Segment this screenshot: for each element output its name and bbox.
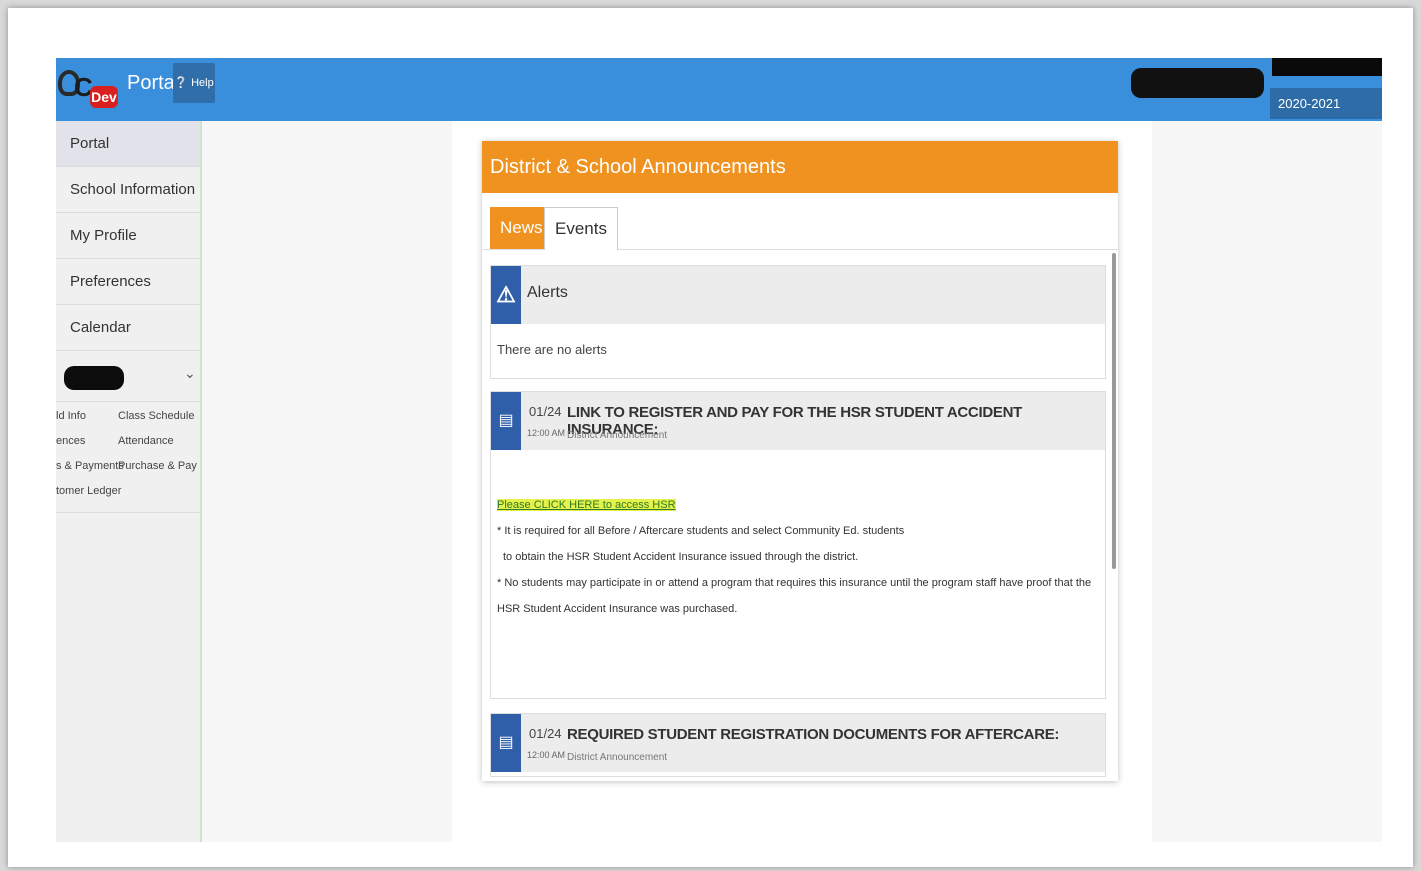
newspaper-icon: ▤ (491, 714, 521, 772)
info-icon: ❔ (174, 77, 188, 89)
announcement-date: 01/24 (529, 404, 562, 419)
quick-link-class-schedule[interactable]: Class Schedule (118, 410, 194, 422)
alerts-header: ⚠ Alerts (491, 266, 1105, 324)
announcement-source: District Announcement (567, 430, 668, 441)
announcement-header: ▤ 01/24 12:00 AM LINK TO REGISTER AND PA… (491, 392, 1105, 450)
quick-link-attendance[interactable]: Attendance (118, 435, 174, 447)
sidebar-item-calendar[interactable]: Calendar (56, 305, 200, 351)
right-column (1152, 121, 1382, 842)
newspaper-icon: ▤ (491, 392, 521, 450)
quick-link-fees-payments[interactable]: s & Payments (56, 460, 124, 472)
app-logo[interactable]: C Dev (56, 64, 118, 110)
alerts-title: Alerts (527, 284, 568, 301)
sidebar-item-school-information[interactable]: School Information (56, 167, 200, 213)
student-selector[interactable]: ⌄ (56, 351, 200, 402)
quick-link-info[interactable]: ld Info (56, 410, 86, 422)
announcements-title: District & School Announcements (482, 141, 1118, 193)
redacted-student-name (64, 366, 124, 390)
school-year-select[interactable]: 2020-2021 (1270, 88, 1382, 119)
tab-events[interactable]: Events (544, 207, 618, 250)
announcement-body: Please CLICK HERE to access HSR * It is … (491, 450, 1105, 642)
announcements-panel: District & School Announcements News Eve… (482, 141, 1118, 781)
announcement-item: ▤ 01/24 12:00 AM LINK TO REGISTER AND PA… (490, 391, 1106, 699)
app-window: C Dev Portal ❔ Help 2020-2021 Portal Sch… (56, 58, 1382, 842)
alerts-card: ⚠ Alerts There are no alerts (490, 265, 1106, 379)
hsr-access-link[interactable]: Please CLICK HERE to access HSR (497, 499, 676, 511)
alerts-message: There are no alerts (497, 342, 607, 357)
student-quick-links: ld Info Class Schedule ences Attendance … (56, 402, 200, 513)
quick-link-purchase-pay[interactable]: Purchase & Pay (118, 460, 197, 472)
help-button[interactable]: ❔ Help (173, 63, 215, 103)
announcement-source: District Announcement (567, 752, 668, 763)
quick-link-preferences[interactable]: ences (56, 435, 85, 447)
announcement-item: ▤ 01/24 12:00 AM REQUIRED STUDENT REGIST… (490, 713, 1106, 777)
announcement-line: * It is required for all Before / Afterc… (497, 525, 905, 537)
screenshot-frame: C Dev Portal ❔ Help 2020-2021 Portal Sch… (8, 8, 1413, 867)
sidebar-item-portal[interactable]: Portal (56, 121, 200, 167)
announcement-date: 01/24 (529, 726, 562, 741)
chevron-down-icon[interactable]: ⌄ (184, 365, 196, 382)
help-label: Help (191, 77, 214, 89)
dev-badge: Dev (90, 86, 118, 108)
sidebar-item-my-profile[interactable]: My Profile (56, 213, 200, 259)
top-bar: C Dev Portal ❔ Help 2020-2021 (56, 58, 1382, 121)
announcement-title: REQUIRED STUDENT REGISTRATION DOCUMENTS … (567, 726, 1060, 743)
announcement-header: ▤ 01/24 12:00 AM REQUIRED STUDENT REGIST… (491, 714, 1105, 772)
redacted-user-name[interactable] (1131, 68, 1264, 98)
announcement-time: 12:00 AM (527, 750, 566, 760)
portal-brand[interactable]: Portal (127, 72, 179, 95)
redacted-block (1272, 58, 1382, 76)
announcement-tabs: News Events (482, 193, 1118, 250)
announcement-line: * No students may participate in or atte… (497, 577, 1092, 615)
main-content: District & School Announcements News Eve… (452, 121, 1152, 842)
alert-icon: ⚠ (491, 266, 521, 324)
announcement-line: to obtain the HSR Student Accident Insur… (503, 551, 859, 563)
announcement-time: 12:00 AM (527, 428, 566, 438)
quick-link-customer-ledger[interactable]: tomer Ledger (56, 485, 121, 497)
sidebar-item-preferences[interactable]: Preferences (56, 259, 200, 305)
announcements-list[interactable]: ⚠ Alerts There are no alerts ▤ 01/24 12:… (482, 249, 1118, 781)
sidebar: Portal School Information My Profile Pre… (56, 121, 202, 842)
scrollbar[interactable] (1112, 253, 1116, 569)
